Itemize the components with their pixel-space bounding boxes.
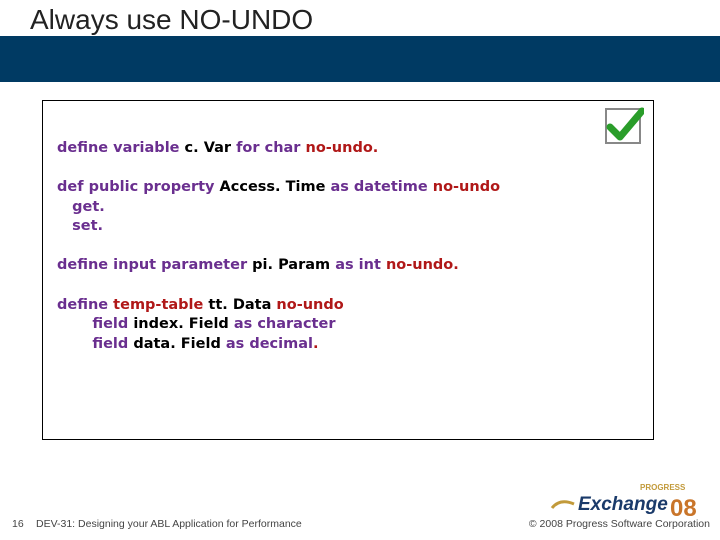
code-name: pi. Param (247, 257, 335, 273)
code-line-2: def public property Access. Time as date… (57, 178, 641, 198)
footer-title: DEV-31: Designing your ABL Application f… (36, 518, 302, 530)
header-band (0, 36, 720, 82)
code-kw: get. (57, 199, 105, 215)
code-kw: as character (234, 316, 336, 332)
code-name: tt. Data (208, 297, 271, 313)
code-line-6: define temp-table tt. Data no-undo (57, 296, 641, 316)
code-kw: as decimal (226, 336, 313, 352)
code-example-box: define variable c. Var for char no-undo.… (42, 100, 654, 440)
code-name: c. Var (180, 140, 237, 156)
copyright-text: © 2008 Progress Software Corporation (529, 518, 710, 530)
code-line-1: define variable c. Var for char no-undo. (57, 139, 641, 159)
code-name: data. Field (128, 336, 226, 352)
code-kw: as datetime (330, 179, 427, 195)
code-noundo: temp-table (108, 297, 208, 313)
code-noundo: no-undo. (381, 257, 459, 273)
code-kw: field (57, 336, 128, 352)
code-kw: define variable (57, 140, 180, 156)
code-kw: for char (236, 140, 300, 156)
checkmark-icon (602, 105, 644, 147)
code-name: index. Field (128, 316, 234, 332)
logo-top-text: PROGRESS (640, 483, 686, 492)
code-kw: define (57, 297, 108, 313)
code-kw: field (57, 316, 128, 332)
code-line-4: set. (57, 217, 641, 237)
page-number: 16 (12, 518, 24, 530)
code-noundo: no-undo. (300, 140, 378, 156)
code-noundo: no-undo (271, 297, 343, 313)
code-noundo: no-undo (428, 179, 500, 195)
code-line-5: define input parameter pi. Param as int … (57, 256, 641, 276)
code-kw: as int (335, 257, 381, 273)
code-line-7: field index. Field as character (57, 315, 641, 335)
footer: 16 DEV-31: Designing your ABL Applicatio… (0, 510, 720, 534)
code-line-8: field data. Field as decimal. (57, 335, 641, 355)
code-kw: set. (57, 218, 103, 234)
code-kw: def public property (57, 179, 214, 195)
code-kw: define input parameter (57, 257, 247, 273)
code-name: Access. Time (214, 179, 330, 195)
code-line-3: get. (57, 198, 641, 218)
slide-title: Always use NO-UNDO (30, 4, 313, 36)
code-noundo: . (313, 336, 319, 352)
